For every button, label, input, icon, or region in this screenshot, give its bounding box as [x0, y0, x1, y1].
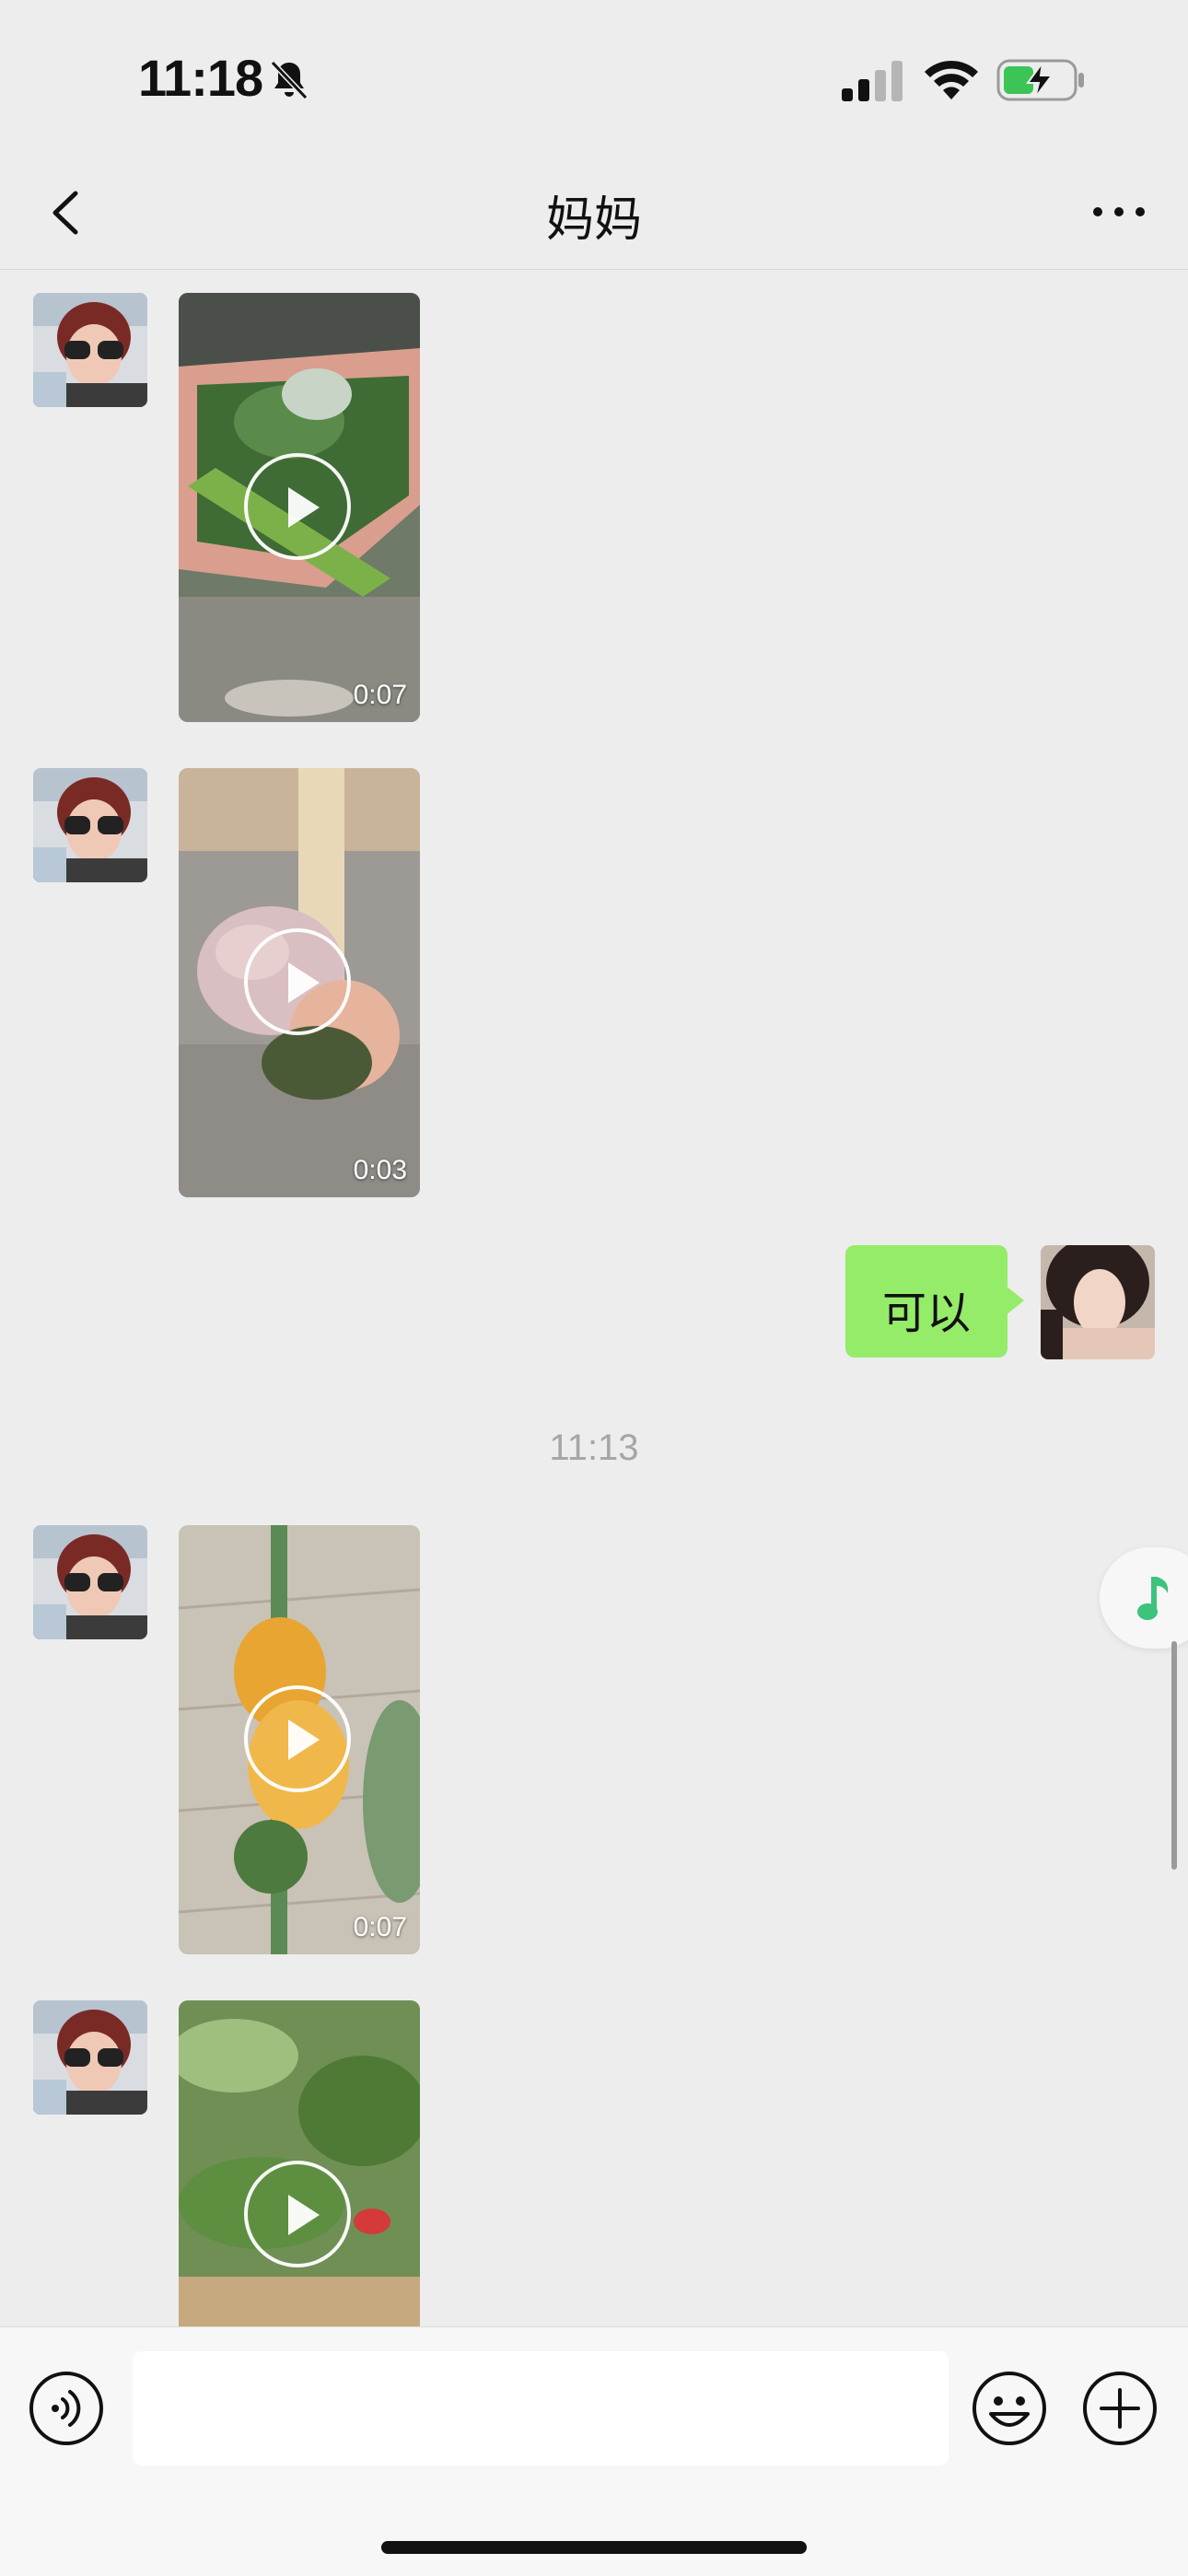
video-message[interactable] [179, 2000, 420, 2326]
play-icon[interactable] [244, 928, 351, 1035]
self-avatar[interactable] [1041, 1245, 1155, 1359]
play-icon[interactable] [244, 2161, 351, 2267]
wifi-icon [925, 60, 978, 99]
video-message[interactable]: 0:03 [179, 768, 420, 1197]
voice-icon[interactable] [28, 2370, 105, 2447]
more-button[interactable] [1087, 184, 1151, 239]
music-player-float[interactable] [1100, 1547, 1188, 1649]
music-note-icon [1137, 1577, 1169, 1620]
plus-icon[interactable] [1081, 2370, 1159, 2447]
play-icon[interactable] [244, 453, 351, 560]
video-message[interactable]: 0:07 [179, 293, 420, 722]
status-bar: 11:18 [0, 0, 1188, 157]
video-duration: 0:07 [353, 1912, 407, 1942]
contact-avatar[interactable] [33, 293, 147, 407]
contact-avatar[interactable] [33, 1525, 147, 1639]
home-indicator[interactable] [381, 2541, 807, 2554]
message-input[interactable] [133, 2351, 949, 2465]
status-time: 11:18 [138, 49, 263, 107]
input-bar [0, 2326, 1188, 2576]
message-text: 可以 [881, 1289, 971, 1338]
emoji-icon[interactable] [971, 2370, 1048, 2447]
contact-avatar[interactable] [33, 2000, 147, 2115]
text-bubble-self[interactable]: 可以 [845, 1245, 1024, 1358]
video-duration: 0:07 [353, 680, 407, 710]
play-icon[interactable] [244, 1685, 351, 1792]
nav-bar: 妈妈 [0, 157, 1188, 270]
video-duration: 0:03 [353, 1155, 407, 1185]
scrollbar[interactable] [1171, 1641, 1177, 1870]
contact-avatar[interactable] [33, 768, 147, 882]
battery-charging-icon [996, 59, 1084, 101]
signal-icon [842, 61, 903, 101]
video-message[interactable]: 0:07 [179, 1525, 420, 1954]
bell-slash-icon [270, 60, 309, 100]
chat-timestamp: 11:13 [549, 1428, 639, 1468]
chat-title: 妈妈 [545, 193, 642, 247]
